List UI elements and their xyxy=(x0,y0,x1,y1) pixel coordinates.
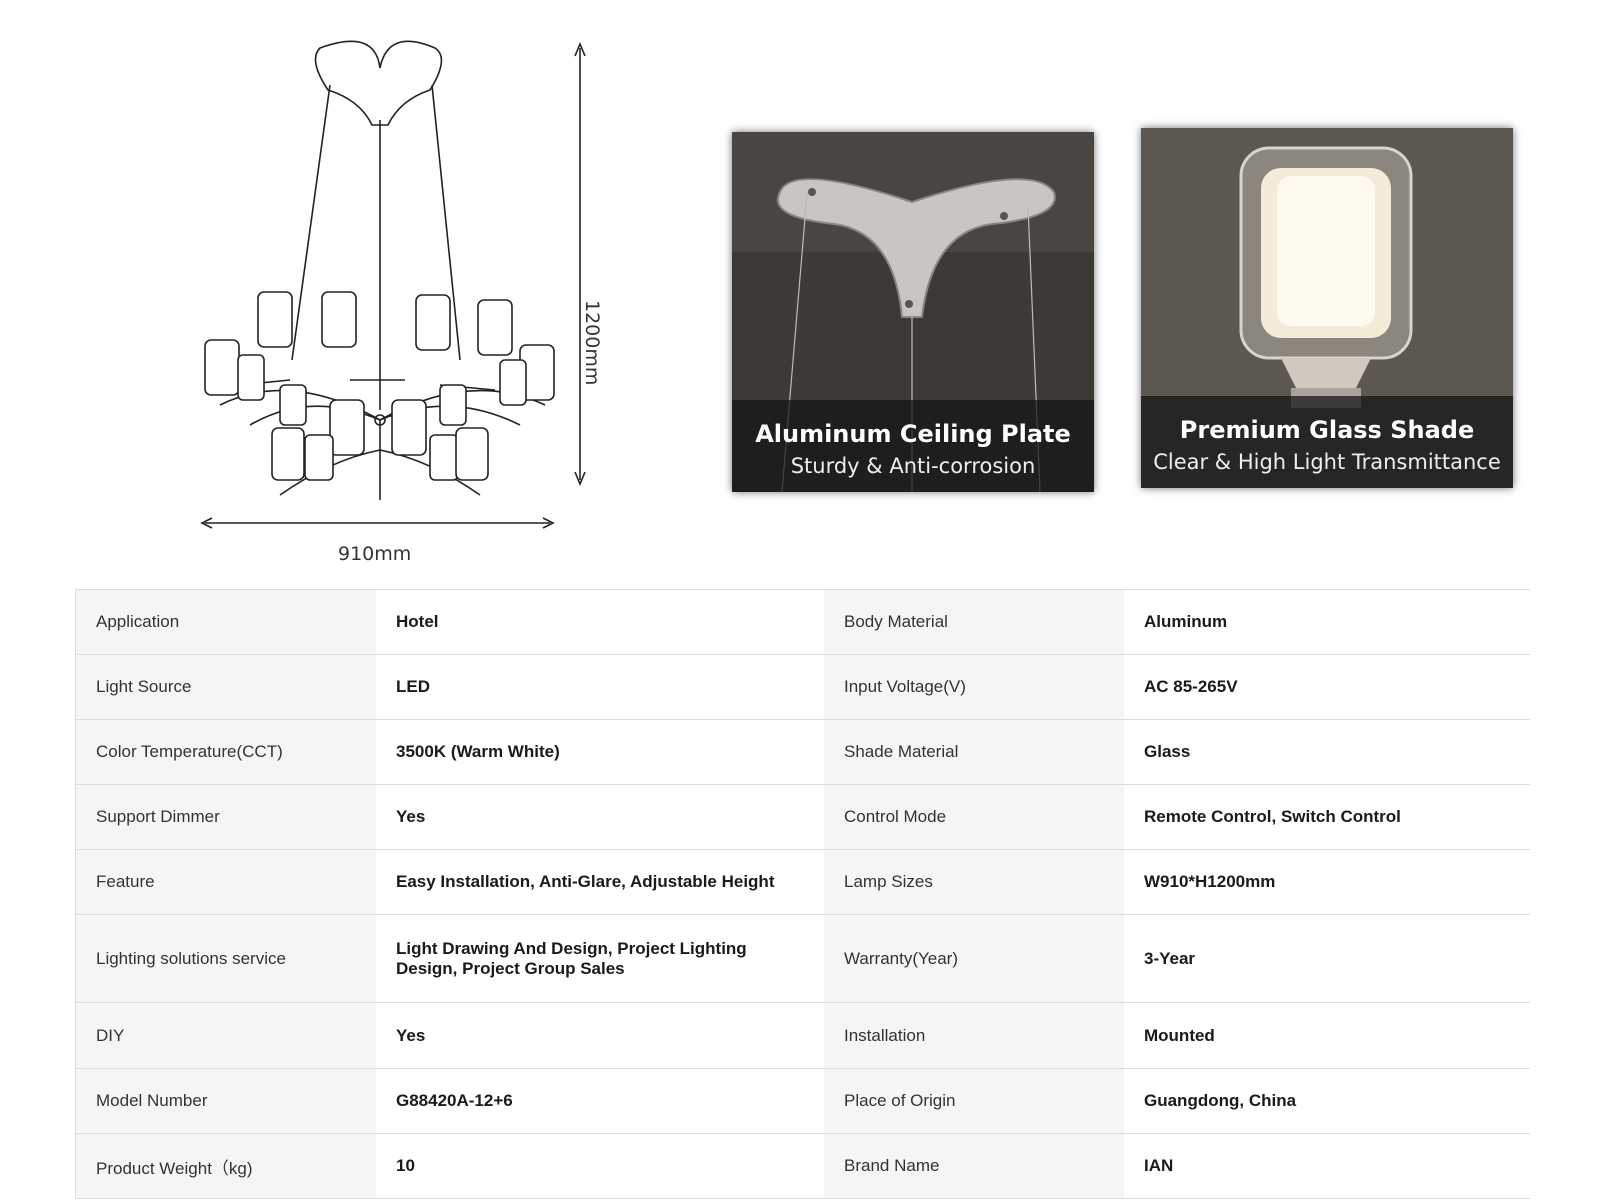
spec-key: Model Number xyxy=(75,1068,376,1134)
spec-value: AC 85-265V xyxy=(1124,654,1530,720)
spec-key: Support Dimmer xyxy=(75,784,376,850)
height-dimension-label: 1200mm xyxy=(581,300,603,386)
glass-shade-caption: Premium Glass Shade Clear & High Light T… xyxy=(1141,396,1513,488)
spec-value: Aluminum xyxy=(1124,589,1530,655)
spec-key: Feature xyxy=(75,849,376,915)
table-row: Product Weight（kg) 10 Brand Name IAN xyxy=(75,1133,1530,1199)
specification-table: Application Hotel Body Material Aluminum… xyxy=(75,589,1530,1199)
spec-value: IAN xyxy=(1124,1133,1530,1199)
spec-key: Control Mode xyxy=(824,784,1124,850)
photo-title: Aluminum Ceiling Plate xyxy=(755,420,1071,448)
spec-value: 3500K (Warm White) xyxy=(376,719,824,785)
spec-key: Color Temperature(CCT) xyxy=(75,719,376,785)
spec-value: LED xyxy=(376,654,824,720)
chandelier-line-drawing xyxy=(200,40,586,529)
spec-key: Input Voltage(V) xyxy=(824,654,1124,720)
spec-value: Hotel xyxy=(376,589,824,655)
spec-value: Mounted xyxy=(1124,1002,1530,1069)
spec-value: Remote Control, Switch Control xyxy=(1124,784,1530,850)
table-row: Model Number G88420A-12+6 Place of Origi… xyxy=(75,1068,1530,1134)
table-row: Lighting solutions service Light Drawing… xyxy=(75,914,1530,1003)
spec-value: Easy Installation, Anti-Glare, Adjustabl… xyxy=(376,849,824,915)
spec-key: DIY xyxy=(75,1002,376,1069)
spec-value: W910*H1200mm xyxy=(1124,849,1530,915)
table-row: Support Dimmer Yes Control Mode Remote C… xyxy=(75,784,1530,850)
spec-value: 10 xyxy=(376,1133,824,1199)
spec-value: Yes xyxy=(376,784,824,850)
spec-key: Installation xyxy=(824,1002,1124,1069)
spec-value: Glass xyxy=(1124,719,1530,785)
spec-value: G88420A-12+6 xyxy=(376,1068,824,1134)
table-row: Feature Easy Installation, Anti-Glare, A… xyxy=(75,849,1530,915)
table-row: DIY Yes Installation Mounted xyxy=(75,1002,1530,1069)
spec-key: Application xyxy=(75,589,376,655)
spec-key: Brand Name xyxy=(824,1133,1124,1199)
width-dimension-label: 910mm xyxy=(338,543,412,565)
table-row: Light Source LED Input Voltage(V) AC 85-… xyxy=(75,654,1530,720)
spec-value: 3-Year xyxy=(1124,914,1530,1003)
spec-key: Lamp Sizes xyxy=(824,849,1124,915)
spec-key: Lighting solutions service xyxy=(75,914,376,1003)
spec-value: Light Drawing And Design, Project Lighti… xyxy=(376,914,824,1003)
spec-key: Product Weight（kg) xyxy=(75,1133,376,1199)
spec-key: Warranty(Year) xyxy=(824,914,1124,1003)
ceiling-plate-photo: Aluminum Ceiling Plate Sturdy & Anti-cor… xyxy=(732,132,1094,492)
photo-subtitle: Sturdy & Anti-corrosion xyxy=(790,454,1036,478)
photo-subtitle: Clear & High Light Transmittance xyxy=(1153,450,1501,474)
glass-shade-photo: Premium Glass Shade Clear & High Light T… xyxy=(1141,128,1513,488)
spec-key: Place of Origin xyxy=(824,1068,1124,1134)
spec-value: Guangdong, China xyxy=(1124,1068,1530,1134)
ceiling-plate-caption: Aluminum Ceiling Plate Sturdy & Anti-cor… xyxy=(732,400,1094,492)
spec-key: Shade Material xyxy=(824,719,1124,785)
spec-key: Light Source xyxy=(75,654,376,720)
spec-key: Body Material xyxy=(824,589,1124,655)
table-row: Color Temperature(CCT) 3500K (Warm White… xyxy=(75,719,1530,785)
photo-title: Premium Glass Shade xyxy=(1179,416,1475,444)
table-row: Application Hotel Body Material Aluminum xyxy=(75,589,1530,655)
spec-value: Yes xyxy=(376,1002,824,1069)
